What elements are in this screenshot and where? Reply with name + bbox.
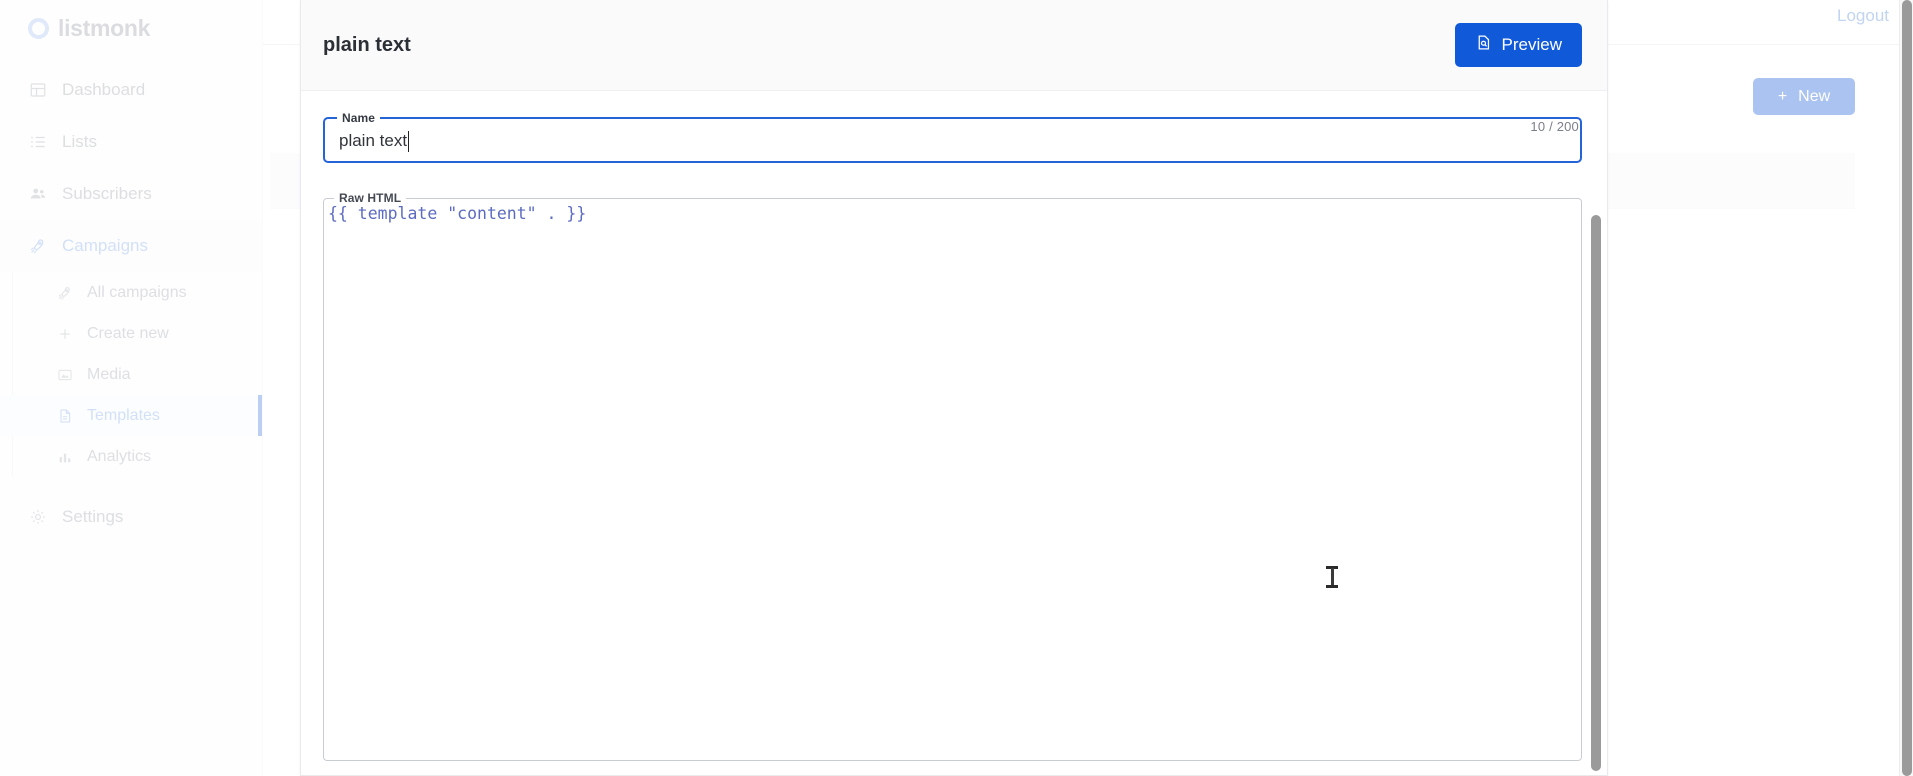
rocket-icon [56, 284, 74, 302]
new-button-label: New [1798, 87, 1831, 105]
raw-html-field[interactable]: Raw HTML {{ template "content" . }} [323, 191, 1582, 761]
file-document-icon [56, 407, 74, 425]
sidebar-item-label: Campaigns [62, 236, 148, 255]
dashboard-grid-icon [28, 80, 48, 100]
modal-body: 10 / 200 Name plain text Raw HTML {{ tem… [301, 111, 1607, 775]
sidebar-nav: Dashboard Lists Subscribers Campaigns Al… [0, 64, 262, 543]
modal-scrollbar[interactable] [1589, 215, 1603, 775]
sidebar-subnav: All campaigns Create new Media Templates… [0, 272, 262, 477]
preview-button-label: Preview [1501, 35, 1562, 54]
image-icon [56, 366, 74, 384]
app-root: listmonk Dashboard Lists Subscribers Cam… [0, 0, 1913, 776]
template-editor-modal: plain text Preview 10 / 200 Name plain t… [300, 0, 1608, 776]
name-input[interactable]: plain text [325, 121, 1580, 161]
name-field-outline: Name plain text [323, 111, 1582, 163]
sidebar-item-label: Dashboard [62, 80, 146, 99]
bar-chart-icon [56, 448, 74, 466]
modal-header: plain text Preview [301, 0, 1607, 91]
gear-icon [28, 507, 48, 527]
char-counter: 10 / 200 [1530, 119, 1579, 134]
page-title: plain text [323, 33, 411, 56]
logout-link[interactable]: Logout [1837, 6, 1889, 26]
plus-icon [56, 325, 74, 343]
page-scrollbar[interactable] [1899, 0, 1913, 776]
sidebar-item-dashboard[interactable]: Dashboard [0, 64, 262, 116]
brand-logo[interactable]: listmonk [0, 0, 262, 48]
sidebar-item-create-new[interactable]: Create new [0, 313, 262, 354]
sidebar-item-label: Analytics [87, 447, 152, 465]
sidebar-item-label: Media [87, 365, 131, 383]
name-input-value: plain text [339, 131, 408, 150]
page-scrollbar-thumb[interactable] [1902, 0, 1912, 776]
name-field[interactable]: Name plain text [323, 111, 1582, 163]
sidebar-item-label: Settings [62, 507, 124, 526]
sidebar: listmonk Dashboard Lists Subscribers Cam… [0, 0, 263, 776]
new-button[interactable]: + New [1753, 78, 1855, 115]
text-caret [408, 130, 410, 152]
plus-icon: + [1777, 87, 1788, 105]
sidebar-item-analytics[interactable]: Analytics [0, 436, 262, 477]
circle-ring-icon [28, 18, 49, 39]
sidebar-item-label: Templates [87, 406, 160, 424]
modal-scrollbar-thumb[interactable] [1591, 215, 1601, 771]
sidebar-item-settings[interactable]: Settings [0, 491, 262, 543]
file-search-icon [1475, 34, 1492, 56]
sidebar-item-templates[interactable]: Templates [0, 395, 262, 436]
people-icon [28, 184, 48, 204]
sidebar-item-subscribers[interactable]: Subscribers [0, 168, 262, 220]
raw-html-field-outline: Raw HTML {{ template "content" . }} [323, 191, 1582, 761]
sidebar-item-lists[interactable]: Lists [0, 116, 262, 168]
sidebar-item-label: All campaigns [87, 283, 187, 301]
brand-name: listmonk [58, 15, 151, 41]
sidebar-item-label: Lists [62, 132, 97, 151]
list-icon [28, 132, 48, 152]
raw-html-code-editor[interactable]: {{ template "content" . }} [324, 200, 1581, 760]
rocket-icon [28, 236, 48, 256]
sidebar-item-media[interactable]: Media [0, 354, 262, 395]
sidebar-item-all-campaigns[interactable]: All campaigns [0, 272, 262, 313]
preview-button[interactable]: Preview [1454, 23, 1582, 67]
sidebar-item-label: Create new [87, 324, 169, 342]
sidebar-item-campaigns[interactable]: Campaigns [0, 220, 262, 272]
name-field-label: Name [342, 111, 376, 125]
sidebar-item-label: Subscribers [62, 184, 152, 203]
